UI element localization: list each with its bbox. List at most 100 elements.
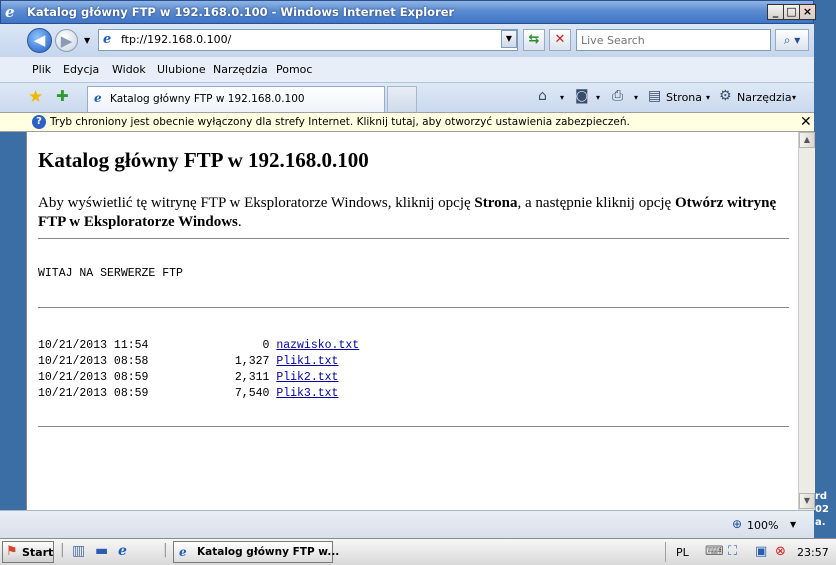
- file-size: 7,540: [234, 387, 270, 400]
- arrow-left-icon: ◀: [33, 31, 46, 49]
- menu-help[interactable]: Pomoc: [276, 63, 312, 76]
- start-label: Start: [22, 546, 54, 559]
- window-title: Katalog główny FTP w 192.168.0.100 - Win…: [27, 5, 455, 19]
- window-titlebar[interactable]: e Katalog główny FTP w 192.168.0.100 - W…: [0, 0, 816, 24]
- file-row: 10/21/2013 08:59 2,311 Plik2.txt: [38, 370, 359, 386]
- file-date: 10/21/2013 08:58: [38, 355, 149, 368]
- feeds-dropdown-icon[interactable]: ▾: [596, 93, 600, 102]
- taskbar-item-label: Katalog główny FTP w...: [197, 546, 340, 558]
- file-listing: 10/21/2013 11:54 0 nazwisko.txt 10/21/201…: [38, 338, 359, 402]
- maximize-button[interactable]: □: [783, 4, 800, 20]
- show-desktop-icon[interactable]: ▬: [95, 543, 108, 559]
- address-bar[interactable]: e: [98, 29, 518, 51]
- desktop-fragment-line: rd: [815, 491, 828, 502]
- menu-view[interactable]: Widok: [112, 63, 146, 76]
- menu-bar: Plik Edycja Widok Ulubione Narzędzia Pom…: [0, 56, 814, 82]
- file-link[interactable]: Plik2.txt: [276, 371, 338, 384]
- page-menu-dropdown-icon[interactable]: ▾: [706, 93, 710, 102]
- file-link[interactable]: Plik3.txt: [276, 387, 338, 400]
- file-link[interactable]: nazwisko.txt: [276, 339, 359, 352]
- intro-text-1: Aby wyświetlić tę witrynę FTP w Eksplora…: [38, 195, 475, 211]
- file-size: 0: [262, 339, 270, 352]
- desktop-text-fragment: rd 02 a.: [815, 490, 836, 538]
- tools-menu-dropdown-icon[interactable]: ▾: [792, 93, 796, 102]
- tab-bar: ★ ✚ e Katalog główny FTP w 192.168.0.100…: [0, 82, 814, 112]
- print-dropdown-icon[interactable]: ▾: [634, 93, 638, 102]
- refresh-button[interactable]: ⇆: [523, 29, 545, 51]
- close-button[interactable]: ×: [799, 4, 816, 20]
- menu-tools[interactable]: Narzędzia: [213, 63, 268, 76]
- language-indicator[interactable]: PL: [676, 546, 689, 559]
- home-icon[interactable]: ⌂: [538, 88, 547, 104]
- ie-quicklaunch-icon[interactable]: e: [118, 543, 127, 559]
- intro-text-2: , a następnie kliknij opcję: [517, 195, 675, 211]
- menu-favorites[interactable]: Ulubione: [157, 63, 206, 76]
- minimize-button[interactable]: _: [767, 4, 784, 20]
- quicklaunch-divider: |: [60, 542, 65, 558]
- clock[interactable]: 23:57: [797, 546, 829, 559]
- search-input[interactable]: [577, 30, 770, 50]
- zoom-icon[interactable]: ⊕: [732, 517, 742, 531]
- add-favorite-icon[interactable]: ✚: [56, 87, 69, 105]
- start-button[interactable]: ⚑ Start: [2, 541, 54, 563]
- arrow-right-icon: ▶: [60, 32, 73, 50]
- keyboard-icon[interactable]: ⌨: [705, 544, 724, 559]
- page-menu-button[interactable]: Strona: [666, 91, 702, 104]
- information-bar-close-icon[interactable]: ✕: [800, 114, 812, 130]
- quicklaunch-divider: |: [163, 542, 168, 558]
- address-dropdown-button[interactable]: ▼: [501, 30, 517, 48]
- information-bar-text[interactable]: Tryb chroniony jest obecnie wyłączony dl…: [50, 116, 630, 128]
- stop-button[interactable]: ✕: [549, 29, 571, 51]
- forward-button[interactable]: ▶: [55, 29, 78, 52]
- file-size: 2,311: [234, 371, 270, 384]
- zoom-level[interactable]: 100%: [747, 519, 778, 532]
- server-manager-icon[interactable]: ▥: [72, 543, 85, 559]
- address-input[interactable]: [121, 33, 491, 46]
- gear-icon: ⚙: [719, 88, 732, 104]
- print-icon[interactable]: ⎙: [612, 88, 623, 104]
- refresh-icon: ⇆: [528, 32, 540, 47]
- file-row: 10/21/2013 08:58 1,327 Plik1.txt: [38, 354, 359, 370]
- divider: [38, 307, 789, 308]
- tools-menu-button[interactable]: Narzędzia: [737, 91, 792, 104]
- feeds-icon[interactable]: ◙: [575, 88, 589, 104]
- network-icon[interactable]: ⛶: [728, 544, 737, 559]
- file-link[interactable]: Plik1.txt: [276, 355, 338, 368]
- page-title: Katalog główny FTP w 192.168.0.100: [38, 148, 369, 172]
- monitor-icon[interactable]: ▣: [755, 544, 767, 559]
- taskbar-item-ie[interactable]: e Katalog główny FTP w...: [173, 541, 339, 563]
- tab-label: Katalog główny FTP w 192.168.0.100: [110, 93, 305, 105]
- intro-text-3: .: [237, 214, 242, 230]
- taskbar-ie-icon: e: [179, 545, 187, 559]
- file-date: 10/21/2013 08:59: [38, 387, 149, 400]
- zoom-dropdown-icon[interactable]: ▼: [790, 520, 796, 529]
- search-box[interactable]: [576, 29, 771, 51]
- vertical-scrollbar[interactable]: ▲ ▼: [798, 132, 815, 510]
- file-row: 10/21/2013 08:59 7,540 Plik3.txt: [38, 386, 359, 402]
- information-bar[interactable]: ? Tryb chroniony jest obecnie wyłączony …: [0, 112, 814, 132]
- status-bar: ⊕ 100% ▼: [0, 510, 814, 538]
- divider: [38, 238, 789, 239]
- back-button[interactable]: ◀: [27, 28, 52, 53]
- page-intro: Aby wyświetlić tę witrynę FTP w Eksplora…: [38, 194, 790, 232]
- new-tab-button[interactable]: [387, 86, 417, 112]
- tray-divider: [665, 542, 666, 562]
- scroll-down-button[interactable]: ▼: [799, 493, 815, 509]
- tab-page-icon: e: [94, 91, 102, 105]
- recent-pages-dropdown-icon[interactable]: ▼: [84, 36, 90, 45]
- home-dropdown-icon[interactable]: ▾: [560, 93, 564, 102]
- menu-file[interactable]: Plik: [32, 63, 51, 76]
- page-content: Katalog główny FTP w 192.168.0.100 Aby w…: [26, 132, 798, 510]
- search-button[interactable]: ⌕ ▾: [775, 29, 809, 51]
- ie-logo-icon: e: [5, 3, 15, 21]
- page-icon: e: [103, 32, 112, 47]
- scroll-up-button[interactable]: ▲: [799, 132, 815, 148]
- menu-edit[interactable]: Edycja: [63, 63, 99, 76]
- favorites-star-icon[interactable]: ★: [28, 87, 43, 107]
- security-alert-icon[interactable]: ⊗: [775, 544, 786, 559]
- tab-active[interactable]: e Katalog główny FTP w 192.168.0.100: [87, 86, 385, 112]
- taskbar: ⚑ Start | ▥ ▬ e | e Katalog główny FTP w…: [0, 538, 836, 565]
- file-row: 10/21/2013 11:54 0 nazwisko.txt: [38, 338, 359, 354]
- windows-logo-icon: ⚑: [6, 544, 18, 559]
- welcome-message: WITAJ NA SERWERZE FTP: [38, 267, 183, 280]
